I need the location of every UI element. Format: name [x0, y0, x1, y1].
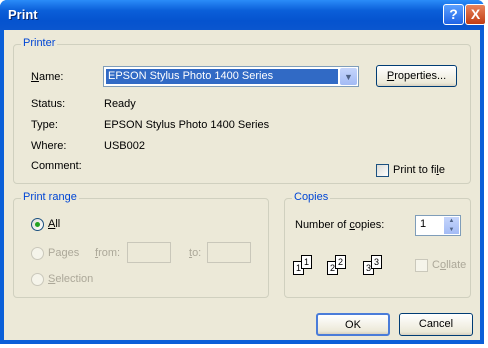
cancel-button[interactable]: Cancel — [399, 313, 473, 336]
all-radio[interactable] — [31, 218, 44, 231]
title-bar[interactable]: Print ? X — [0, 0, 486, 30]
dialog-title: Print — [8, 7, 38, 22]
print-to-file-label[interactable]: Print to file — [393, 164, 445, 176]
pages-label[interactable]: Pages — [48, 247, 79, 259]
comment-label: Comment: — [31, 160, 82, 172]
print-range-group: Print range All Pages from: to: Selectio… — [13, 191, 269, 298]
pages-radio[interactable] — [31, 247, 44, 260]
type-value: EPSON Stylus Photo 1400 Series — [104, 119, 270, 131]
spinner-arrows-icon[interactable]: ▲ ▼ — [444, 217, 459, 234]
name-label: Name: — [31, 71, 64, 83]
printer-group: Printer Name: EPSON Stylus Photo 1400 Se… — [13, 37, 471, 184]
page-2-front-icon: 2 — [335, 255, 346, 269]
collate-checkbox[interactable] — [415, 259, 428, 272]
chevron-down-icon[interactable]: ▼ — [340, 68, 357, 85]
type-label: Type: — [31, 119, 58, 131]
help-button[interactable]: ? — [443, 4, 464, 25]
copies-legend: Copies — [292, 191, 331, 203]
page-3-front-icon: 3 — [371, 255, 382, 269]
collate-pages-icon: 1 1 2 2 3 3 — [293, 253, 403, 283]
printer-name-value: EPSON Stylus Photo 1400 Series — [106, 69, 338, 84]
selection-label[interactable]: Selection — [48, 273, 93, 285]
dialog-body: Printer Name: EPSON Stylus Photo 1400 Se… — [4, 30, 480, 340]
collate-label[interactable]: Collate — [432, 259, 466, 271]
page-1-front-icon: 1 — [301, 255, 312, 269]
properties-button[interactable]: Properties... — [376, 65, 457, 87]
status-label: Status: — [31, 98, 66, 110]
printer-name-select[interactable]: EPSON Stylus Photo 1400 Series ▼ — [103, 66, 359, 87]
where-label: Where: — [31, 140, 67, 152]
close-button[interactable]: X — [465, 4, 486, 25]
number-of-copies-label: Number of copies: — [295, 219, 385, 231]
from-page-input[interactable] — [127, 242, 171, 263]
ok-button[interactable]: OK — [316, 313, 390, 336]
print-range-legend: Print range — [21, 191, 79, 203]
where-value: USB002 — [104, 140, 145, 152]
copies-value: 1 — [420, 218, 427, 230]
copies-spinner[interactable]: 1 ▲ ▼ — [415, 215, 461, 236]
all-label[interactable]: All — [48, 218, 60, 230]
status-value: Ready — [104, 98, 136, 110]
print-dialog-window: Print ? X Printer Name: EPSON Stylus Pho… — [0, 0, 486, 344]
selection-radio[interactable] — [31, 273, 44, 286]
to-label: to: — [189, 247, 202, 259]
print-to-file-checkbox[interactable] — [376, 164, 389, 177]
copies-group: Copies Number of copies: 1 ▲ ▼ 1 1 2 2 3 … — [284, 191, 471, 298]
printer-group-legend: Printer — [21, 37, 58, 49]
to-page-input[interactable] — [207, 242, 251, 263]
from-label: from: — [95, 247, 121, 259]
